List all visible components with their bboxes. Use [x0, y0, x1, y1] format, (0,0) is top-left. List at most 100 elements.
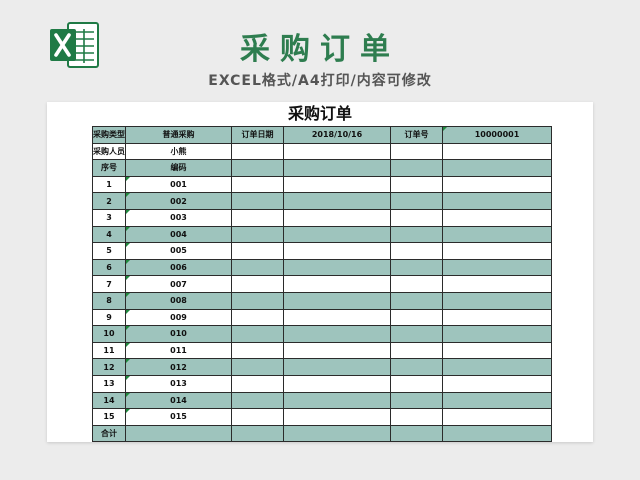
- cell[interactable]: [283, 391, 391, 410]
- cell[interactable]: [442, 358, 552, 376]
- cell[interactable]: [125, 424, 232, 442]
- row-code[interactable]: 010: [125, 325, 232, 343]
- cell[interactable]: [390, 208, 443, 227]
- seq-header[interactable]: 序号: [92, 159, 126, 177]
- row-code[interactable]: 003: [125, 208, 232, 227]
- cell[interactable]: [390, 225, 443, 244]
- cell[interactable]: [390, 424, 443, 442]
- cell[interactable]: [231, 225, 284, 244]
- cell[interactable]: [390, 325, 443, 343]
- cell[interactable]: [442, 424, 552, 442]
- cell[interactable]: [283, 308, 391, 327]
- cell[interactable]: [442, 142, 552, 161]
- type-value[interactable]: 普通采购: [125, 126, 232, 144]
- cell[interactable]: [442, 175, 552, 194]
- cell[interactable]: [231, 424, 284, 442]
- cell[interactable]: [231, 341, 284, 360]
- date-label[interactable]: 订单日期: [231, 126, 284, 144]
- cell[interactable]: [390, 391, 443, 410]
- row-seq[interactable]: 10: [92, 325, 126, 343]
- buyer-value[interactable]: 小熊: [125, 142, 232, 161]
- cell[interactable]: [231, 192, 284, 210]
- cell[interactable]: [231, 408, 284, 426]
- cell[interactable]: [390, 358, 443, 376]
- cell[interactable]: [442, 374, 552, 393]
- row-seq[interactable]: 7: [92, 275, 126, 293]
- cell[interactable]: [442, 242, 552, 260]
- cell[interactable]: [231, 308, 284, 327]
- cell[interactable]: [283, 175, 391, 194]
- cell[interactable]: [442, 391, 552, 410]
- code-header[interactable]: 编码: [125, 159, 232, 177]
- row-code[interactable]: 007: [125, 275, 232, 293]
- cell[interactable]: [283, 192, 391, 210]
- cell[interactable]: [442, 275, 552, 293]
- row-seq[interactable]: 8: [92, 291, 126, 310]
- buyer-label[interactable]: 采购人员: [92, 142, 126, 161]
- cell[interactable]: [442, 291, 552, 310]
- row-seq[interactable]: 12: [92, 358, 126, 376]
- row-code[interactable]: 004: [125, 225, 232, 244]
- cell[interactable]: [390, 275, 443, 293]
- cell[interactable]: [390, 159, 443, 177]
- cell[interactable]: [390, 258, 443, 277]
- cell[interactable]: [283, 242, 391, 260]
- cell[interactable]: [283, 424, 391, 442]
- date-value[interactable]: 2018/10/16: [283, 126, 391, 144]
- cell[interactable]: [442, 225, 552, 244]
- row-seq[interactable]: 5: [92, 242, 126, 260]
- cell[interactable]: [390, 408, 443, 426]
- row-code[interactable]: 002: [125, 192, 232, 210]
- row-code[interactable]: 011: [125, 341, 232, 360]
- row-seq[interactable]: 13: [92, 374, 126, 393]
- cell[interactable]: [231, 374, 284, 393]
- cell[interactable]: [231, 142, 284, 161]
- cell[interactable]: [283, 341, 391, 360]
- cell[interactable]: [283, 208, 391, 227]
- cell[interactable]: [442, 325, 552, 343]
- row-seq[interactable]: 1: [92, 175, 126, 194]
- cell[interactable]: [231, 208, 284, 227]
- cell[interactable]: [442, 258, 552, 277]
- row-seq[interactable]: 15: [92, 408, 126, 426]
- type-label[interactable]: 采购类型: [92, 126, 126, 144]
- cell[interactable]: [390, 341, 443, 360]
- cell[interactable]: [283, 408, 391, 426]
- cell[interactable]: [283, 142, 391, 161]
- row-seq[interactable]: 3: [92, 208, 126, 227]
- row-code[interactable]: 005: [125, 242, 232, 260]
- cell[interactable]: [442, 159, 552, 177]
- row-code[interactable]: 008: [125, 291, 232, 310]
- row-seq[interactable]: 6: [92, 258, 126, 277]
- cell[interactable]: [231, 291, 284, 310]
- cell[interactable]: [283, 358, 391, 376]
- row-code[interactable]: 001: [125, 175, 232, 194]
- order-no-value[interactable]: 10000001: [442, 126, 552, 144]
- row-code[interactable]: 012: [125, 358, 232, 376]
- cell[interactable]: [283, 258, 391, 277]
- cell[interactable]: [390, 308, 443, 327]
- cell[interactable]: [442, 192, 552, 210]
- cell[interactable]: [283, 291, 391, 310]
- cell[interactable]: [442, 408, 552, 426]
- row-code[interactable]: 006: [125, 258, 232, 277]
- row-seq[interactable]: 9: [92, 308, 126, 327]
- row-code[interactable]: 014: [125, 391, 232, 410]
- cell[interactable]: [231, 242, 284, 260]
- row-seq[interactable]: 4: [92, 225, 126, 244]
- cell[interactable]: [442, 208, 552, 227]
- cell[interactable]: [231, 159, 284, 177]
- cell[interactable]: [231, 391, 284, 410]
- row-seq[interactable]: 11: [92, 341, 126, 360]
- cell[interactable]: [390, 175, 443, 194]
- cell[interactable]: [283, 275, 391, 293]
- row-seq[interactable]: 14: [92, 391, 126, 410]
- cell[interactable]: [231, 258, 284, 277]
- row-code[interactable]: 009: [125, 308, 232, 327]
- row-code[interactable]: 015: [125, 408, 232, 426]
- cell[interactable]: [283, 325, 391, 343]
- cell[interactable]: [390, 374, 443, 393]
- cell[interactable]: [390, 291, 443, 310]
- cell[interactable]: [390, 192, 443, 210]
- order-no-label[interactable]: 订单号: [390, 126, 443, 144]
